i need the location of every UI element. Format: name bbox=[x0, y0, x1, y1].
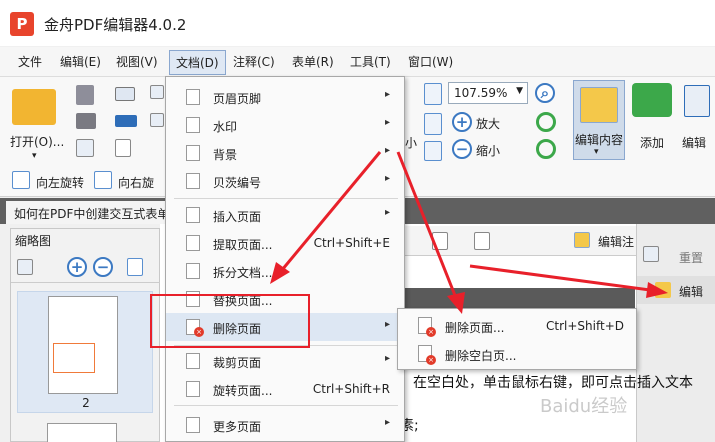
arrow-to-edit bbox=[469, 264, 651, 292]
arrowhead-icon bbox=[447, 292, 465, 314]
arrow-to-submenu bbox=[396, 151, 458, 299]
arrow-to-delete-page bbox=[280, 151, 382, 271]
arrowhead-icon bbox=[646, 282, 668, 298]
annotation-arrows bbox=[270, 151, 668, 314]
